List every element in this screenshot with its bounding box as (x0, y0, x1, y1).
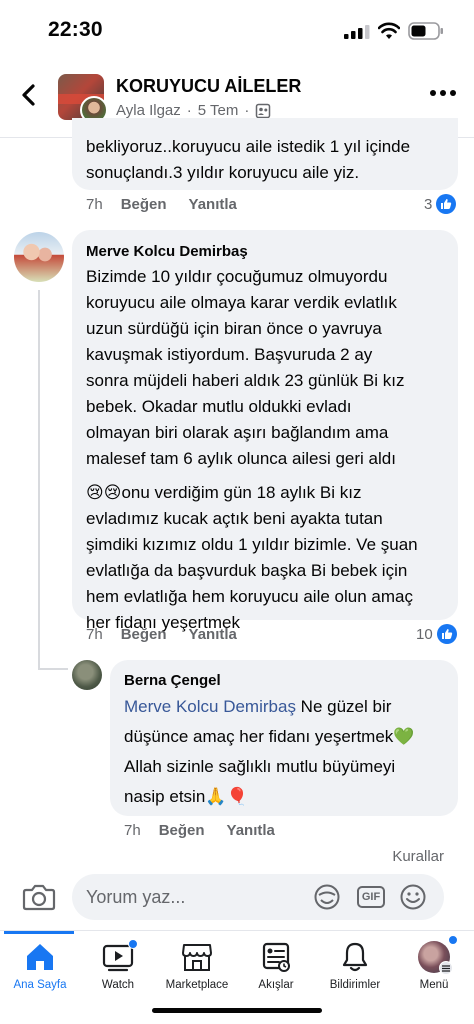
comment-text-line: koruyucu aile olmaya karar verdik evlatl… (86, 293, 397, 312)
reply-text-line: düşünce amaç her fidanı yeşertmek💚 (124, 727, 415, 746)
bell-icon (342, 942, 368, 972)
comment-text-line: 😢😢onu verdiğim gün 18 aylık Bi kız (86, 483, 362, 502)
more-options-button[interactable] (430, 90, 456, 96)
camera-icon[interactable] (22, 880, 56, 914)
comment-author[interactable]: Merve Kolcu Demirbaş (86, 243, 248, 260)
commenter-avatar[interactable] (14, 232, 64, 282)
comment-text-line: sonra müjdeli haberi aldık 23 günlük Bi … (86, 371, 405, 390)
comment-text-line: uzun sürdüğü için biran önce o yavruya (86, 319, 382, 338)
notification-dot (128, 939, 138, 949)
reply-text-line: nasip etsin🙏🎈 (124, 787, 248, 806)
reply-time: 7h (124, 822, 141, 839)
tab-home[interactable]: Ana Sayfa (0, 931, 80, 1001)
menu-lines-icon (439, 961, 453, 975)
tab-marketplace[interactable]: Marketplace (157, 931, 237, 1001)
like-reaction-icon (436, 624, 457, 644)
comment-text-line: malesef tam 6 aylık olunca ailesi geri a… (86, 449, 396, 468)
like-reaction-icon (436, 194, 457, 214)
comment-text-line: Bizimde 10 yıldır çocuğumuz olmuyordu (86, 267, 388, 286)
comment-input-pill[interactable]: GIF (72, 874, 444, 920)
reply-button[interactable]: Yanıtla (189, 626, 237, 643)
reaction-count-number: 10 (416, 625, 433, 643)
status-bar: 22:30 (0, 0, 474, 60)
comment-text-line: kavuşmak istiyordum. Başvuruda 2 ay (86, 345, 373, 364)
reply-button[interactable]: Yanıtla (189, 196, 237, 213)
comment-bubble[interactable]: bekliyoruz..koruyucu aile istedik 1 yıl … (72, 118, 458, 190)
home-icon (27, 944, 53, 970)
back-button[interactable] (14, 80, 44, 110)
reply-actions: 7h Beğen Yanıtla (124, 822, 275, 839)
battery-icon (408, 22, 443, 40)
menu-avatar-icon (418, 941, 453, 975)
avatar-sticker-icon[interactable] (312, 883, 342, 911)
reaction-count[interactable]: 10 (416, 624, 457, 644)
separator-dot: · (186, 102, 192, 119)
comment-time: 7h (86, 626, 103, 643)
wifi-icon (378, 22, 400, 39)
like-button[interactable]: Beğen (121, 626, 167, 643)
comment-time: 7h (86, 196, 103, 213)
comment-bubble[interactable]: Merve Kolcu Demirbaş Bizimde 10 yıldır ç… (72, 230, 458, 632)
comment-actions: 7h Beğen Yanıtla (86, 196, 237, 213)
cellular-signal-icon (344, 25, 370, 39)
gif-button[interactable]: GIF (356, 883, 386, 911)
group-audience-icon (256, 103, 271, 118)
tab-notifications[interactable]: Bildirimler (315, 931, 395, 1001)
comment-text: sonuçlandı.3 yıldır koruyucu aile yiz. (86, 163, 360, 182)
reaction-count-number: 3 (424, 195, 433, 213)
reply-thread-curve (38, 668, 68, 670)
reply-author[interactable]: Berna Çengel (124, 672, 221, 689)
post-author[interactable]: Ayla Ilgaz (116, 102, 181, 119)
reply-button[interactable]: Yanıtla (227, 822, 275, 839)
comment-actions: 7h Beğen Yanıtla (86, 626, 237, 643)
marketplace-icon (182, 944, 212, 971)
group-avatar[interactable] (58, 74, 108, 124)
reply-thread-line (38, 290, 40, 670)
comment-input[interactable] (86, 874, 306, 920)
like-button[interactable]: Beğen (159, 822, 205, 839)
tab-feeds[interactable]: Akışlar (236, 931, 316, 1001)
comment-text-line: şimdiki kızımız oldu 1 yıldır bizimle. V… (86, 535, 418, 554)
separator-dot: · (244, 102, 250, 119)
notification-dot (448, 935, 458, 945)
emoji-icon[interactable] (398, 883, 428, 911)
group-title[interactable]: KORUYUCU AİLELER (116, 76, 301, 97)
feeds-icon (262, 942, 290, 972)
post-subtitle: Ayla Ilgaz · 5 Tem · (116, 102, 271, 119)
gif-icon: GIF (356, 886, 386, 908)
community-rules-link[interactable]: Kurallar (392, 848, 444, 865)
comment-text-line: olmayan biri olarak aşırı bağlandım ama (86, 423, 389, 442)
replier-avatar[interactable] (72, 660, 102, 690)
like-button[interactable]: Beğen (121, 196, 167, 213)
mention-link[interactable]: Merve Kolcu Demirbaş (124, 697, 296, 716)
chevron-left-icon (22, 84, 35, 106)
tab-watch[interactable]: Watch (78, 931, 158, 1001)
home-indicator (152, 1008, 322, 1013)
tab-menu[interactable]: Menü (394, 931, 474, 1001)
reply-bubble[interactable]: Berna Çengel Merve Kolcu Demirbaş Ne güz… (110, 660, 458, 816)
comment-text-line: bebek. Okadar mutlu oldukki evladı (86, 397, 352, 416)
post-date: 5 Tem (197, 102, 239, 119)
comment-text-line: evladımız kucak açtık beni ayakta tutan (86, 509, 383, 528)
reaction-count[interactable]: 3 (424, 194, 457, 214)
comment-text-line: evlatlığa da başvurduk başka Bi bebek iç… (86, 561, 408, 580)
reply-text-line: Merve Kolcu Demirbaş Ne güzel bir (124, 697, 392, 716)
reply-text-line: Allah sizinle sağlıklı mutlu büyümeyi (124, 757, 396, 776)
comment-text-line: hem evlatlığa hem koruyucu aile olun ama… (86, 587, 413, 606)
status-time: 22:30 (48, 18, 103, 41)
